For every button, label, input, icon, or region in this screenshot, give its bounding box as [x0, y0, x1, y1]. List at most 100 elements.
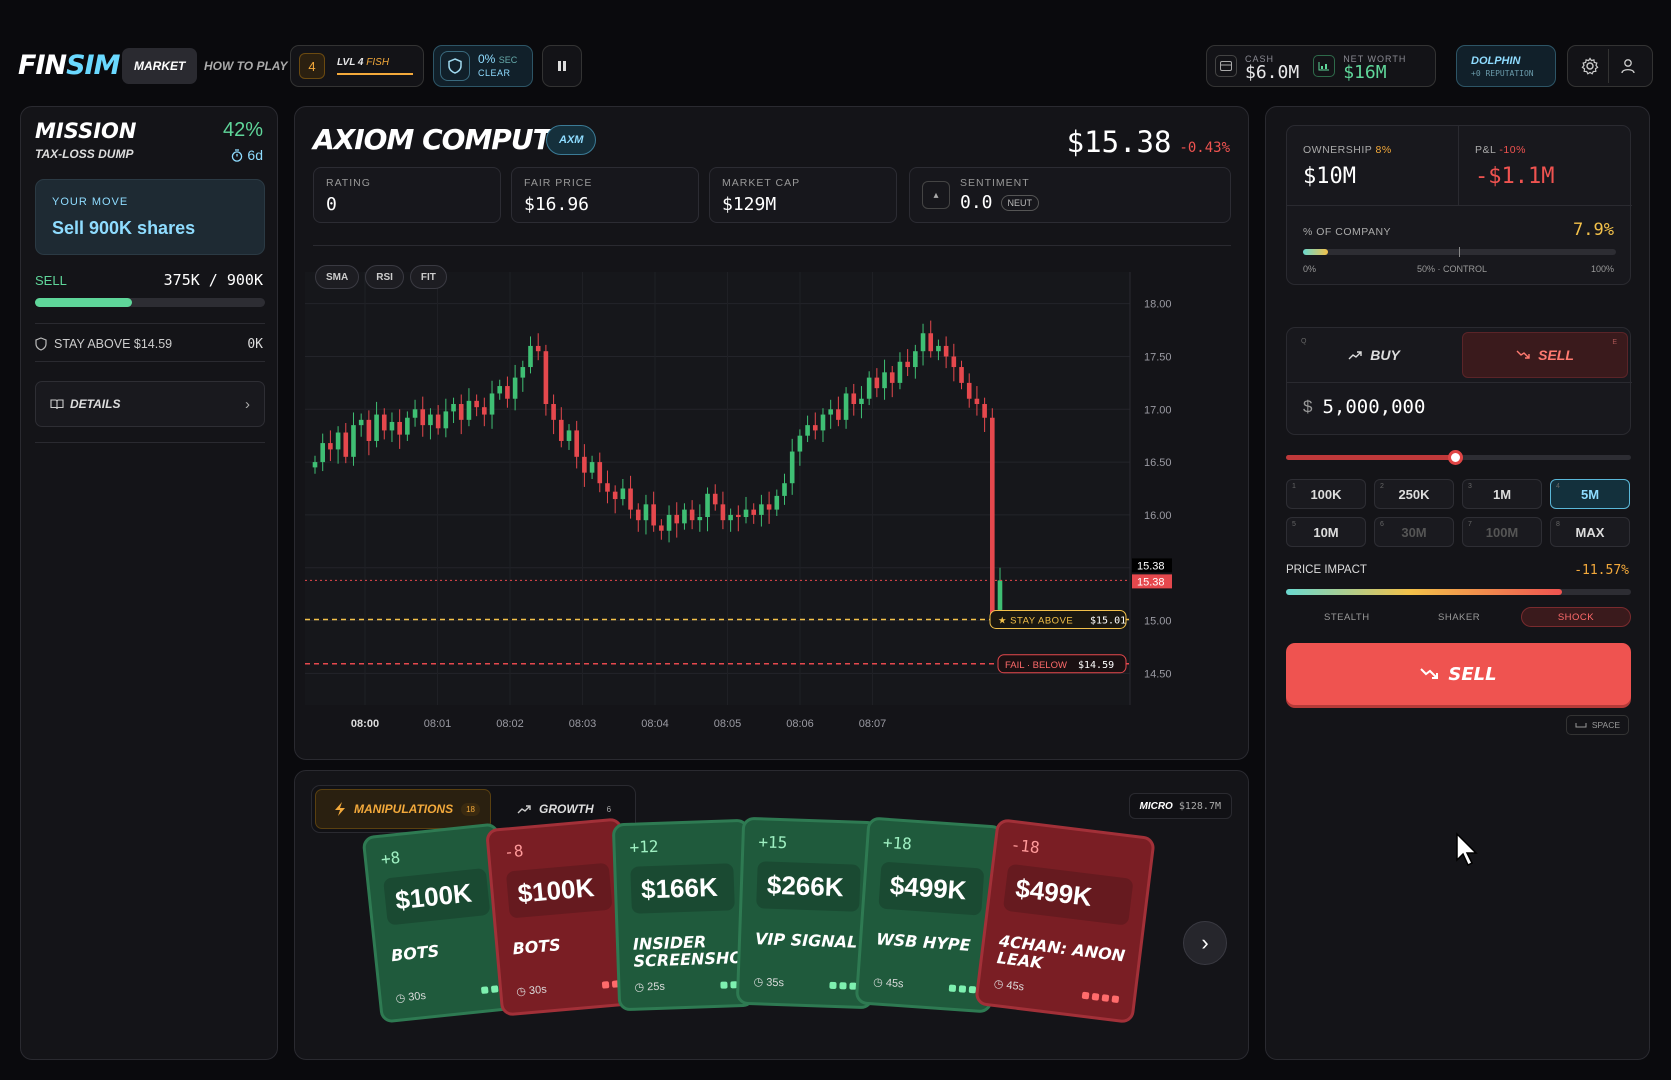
amount-button-1m[interactable]: 3 1M [1462, 479, 1542, 509]
candle-body [920, 333, 926, 352]
growth-count: 6 [606, 804, 612, 814]
candle-body [366, 419, 372, 441]
amount-button-10m[interactable]: 5 10M [1286, 517, 1366, 547]
candle-body [882, 372, 887, 389]
pause-icon [558, 61, 566, 71]
amount-button-max[interactable]: 8 MAX [1550, 517, 1630, 547]
sma-button[interactable]: SMA [315, 265, 360, 289]
card-delta: -18 [1009, 834, 1041, 858]
company-label: % OF COMPANY [1303, 226, 1392, 238]
pnl-value: -$1.1M [1475, 164, 1555, 189]
impact-bar-fill [1286, 589, 1562, 595]
amount-button-250k[interactable]: 2 250K [1374, 479, 1454, 509]
candle-body [381, 414, 387, 431]
amount-label: 5M [1580, 486, 1600, 502]
settings-button[interactable] [1571, 49, 1609, 83]
mission-percent: 42% [222, 119, 263, 141]
nav-market[interactable]: MARKET [122, 48, 198, 84]
price-chart[interactable]: 18.0017.5017.0016.5016.0015.5015.0014.50… [305, 257, 1235, 727]
candle-body [682, 509, 687, 524]
candle-body [535, 345, 541, 352]
candle-body [612, 491, 618, 500]
profile-button[interactable] [1609, 49, 1647, 83]
card-name: BOTS [390, 941, 441, 966]
reputation: +0 REPUTATION [1471, 68, 1534, 78]
chevron-right-icon: › [245, 395, 250, 413]
lightning-icon [335, 802, 345, 816]
stay-above-label: ★ STAY ABOVE [998, 615, 1073, 626]
finance-pill: CASH $6.0M NET WORTH $16M [1206, 45, 1436, 87]
candle-body [782, 483, 787, 496]
manipulation-card[interactable]: +12 $166K INSIDER SCREENSHOT ◷ 25s [611, 818, 756, 1012]
heat-pct: 0% [478, 51, 496, 66]
candle-body [397, 421, 402, 435]
candle-body [505, 386, 510, 399]
candle-body [874, 377, 880, 389]
amount-slider[interactable] [1286, 450, 1631, 465]
heat-pill[interactable]: 0% SEC CLEAR [433, 45, 533, 87]
candle-body [812, 425, 818, 431]
buy-tab[interactable]: Q BUY [1291, 332, 1457, 378]
company-bar-fill [1303, 249, 1328, 255]
candle-body [520, 367, 526, 378]
x-tick-label: 08:01 [424, 718, 452, 727]
candle-body [797, 435, 803, 452]
candle-body [574, 430, 579, 457]
amount-button-5m[interactable]: 4 5M [1550, 479, 1630, 509]
heat-unit: SEC [498, 54, 518, 65]
candle-body [974, 398, 980, 405]
sell-tab[interactable]: E SELL [1462, 332, 1628, 378]
trade-panel: OWNERSHIP 8% $10M P&L -10% -$1.1M % OF C… [1265, 106, 1650, 1060]
mission-timer: 6d [231, 147, 263, 163]
candle-body [312, 462, 318, 468]
card-duration: ◷ 25s [634, 980, 666, 994]
card-duration: ◷ 35s [753, 976, 785, 990]
amount-label: 30M [1401, 524, 1427, 540]
shortcut-key: 2 [1380, 483, 1384, 490]
amount-input[interactable]: $ 5,000,000 [1303, 396, 1425, 418]
candle-body [728, 514, 733, 521]
card-amount: $166K [630, 863, 735, 914]
card-amount: $100K [505, 862, 613, 919]
candle-body [412, 409, 418, 418]
candle-body [905, 361, 910, 368]
mouse-cursor-icon [1456, 832, 1478, 867]
rank-pill[interactable]: DOLPHIN +0 REPUTATION [1456, 45, 1556, 87]
candle-body [497, 386, 503, 394]
card-strength [1081, 991, 1120, 1004]
amount-value: 5,000,000 [1322, 396, 1426, 418]
candle-body [943, 345, 949, 357]
mission-panel: MISSION TAX-LOSS DUMP 42% 6d YOUR MOVE S… [20, 106, 278, 1060]
slider-handle[interactable] [1448, 450, 1464, 465]
card-delta: -8 [503, 841, 525, 862]
amount-button-100k[interactable]: 1 100K [1286, 479, 1366, 509]
candle-body [466, 400, 472, 420]
candle-body [343, 432, 349, 457]
nav-how-to-play[interactable]: HOW TO PLAY [192, 48, 300, 84]
next-cards-button[interactable]: › [1183, 921, 1227, 965]
amount-button-100m[interactable]: 7 100M [1462, 517, 1542, 547]
shortcut-key: 1 [1292, 483, 1296, 490]
tab-manipulations[interactable]: MANIPULATIONS 18 [315, 789, 491, 829]
fit-button[interactable]: FIT [409, 265, 447, 289]
candle-body [836, 409, 841, 420]
amount-button-30m[interactable]: 6 30M [1374, 517, 1454, 547]
candle-body [428, 414, 433, 426]
amount-label: 10M [1313, 524, 1339, 540]
card-strength [720, 981, 738, 989]
top-bar: FINSIM MARKET HOW TO PLAY 4 LVL 4 FISH 0… [0, 32, 1671, 102]
details-label: DETAILS [70, 397, 121, 411]
candle-body [458, 404, 464, 420]
level-pill[interactable]: 4 LVL 4 FISH [290, 45, 424, 87]
x-tick-label: 08:04 [641, 718, 669, 727]
sell-submit-button[interactable]: SELL [1286, 643, 1631, 705]
manipulation-card[interactable]: -18 $499K 4CHAN: ANON LEAK ◷ 45s [974, 817, 1156, 1025]
pause-button[interactable] [542, 45, 582, 87]
candle-body [705, 493, 710, 518]
details-button[interactable]: DETAILS › [35, 381, 265, 427]
rsi-button[interactable]: RSI [365, 265, 404, 289]
price-change: -0.43% [1179, 140, 1230, 156]
rating-stat: RATING 0 [313, 167, 501, 223]
currency-symbol: $ [1303, 397, 1313, 416]
card-delta: +18 [882, 832, 913, 854]
